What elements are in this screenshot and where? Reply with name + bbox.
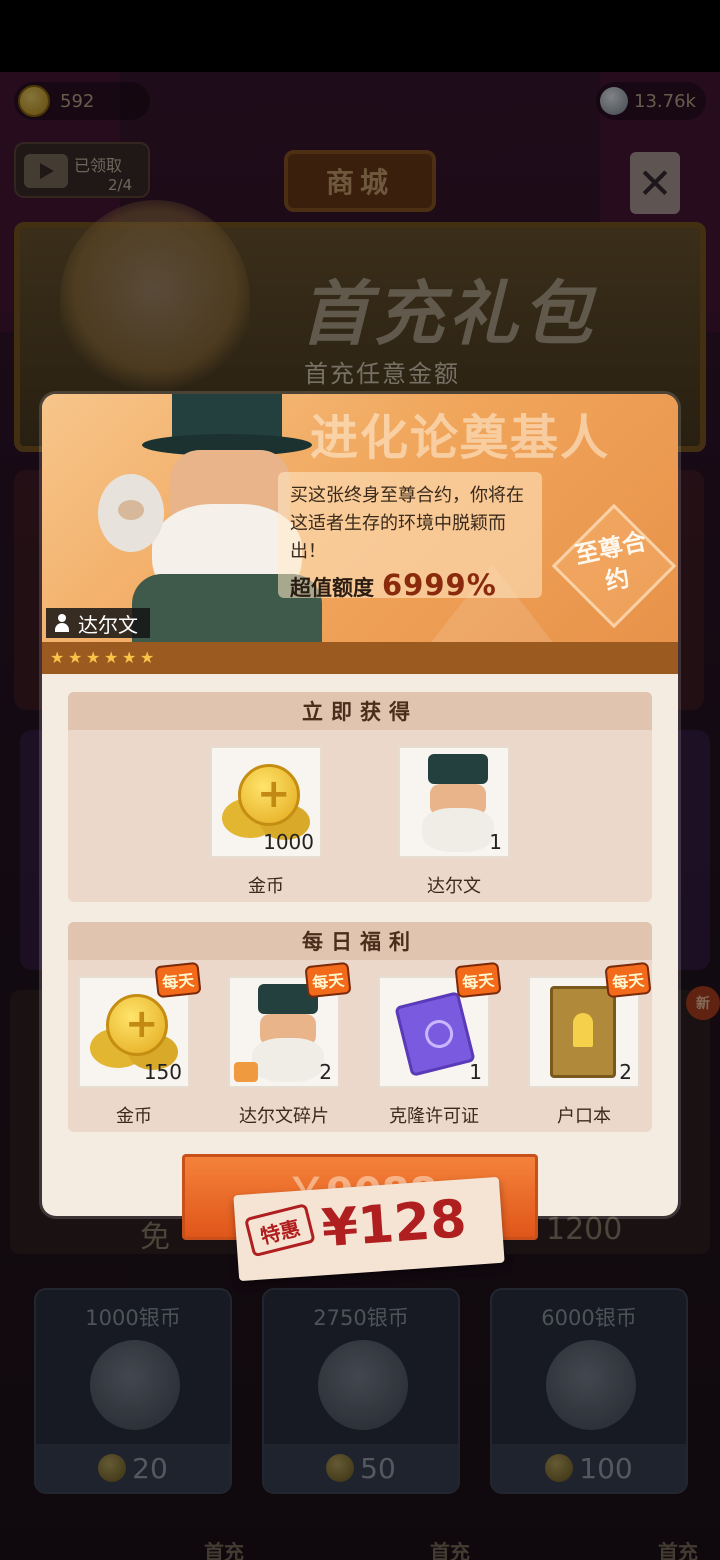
daily-item[interactable]: 150 每天 金币: [78, 961, 202, 1128]
item-name: 克隆许可证: [389, 1106, 479, 1127]
item-name: 金币: [248, 876, 284, 897]
star-icon: ★: [68, 648, 83, 667]
daily-tag: 每天: [304, 961, 352, 999]
item-frame: 1000: [210, 746, 322, 858]
item-name: 金币: [116, 1106, 152, 1127]
value-label: 超值额度: [290, 576, 374, 600]
daily-rewards-section: 每日福利 150 每天 金币 2 每天 达尔文碎片 1 每天 克隆许: [68, 922, 652, 1132]
household-book-icon: [550, 986, 616, 1078]
star-rating: ★ ★ ★ ★ ★ ★: [42, 642, 678, 674]
daily-item[interactable]: 1 每天 克隆许可证: [378, 961, 502, 1128]
item-qty: 1000: [263, 830, 314, 854]
description-box: 买这张终身至尊合约，你将在这适者生存的环境中脱颖而出！ 超值额度 6999%: [278, 472, 542, 602]
item-qty: 1: [489, 830, 502, 854]
item-qty: 1: [469, 1060, 482, 1084]
star-icon: ★: [86, 648, 101, 667]
daily-item[interactable]: 2 每天 户口本: [528, 961, 652, 1128]
monkey-icon: [98, 474, 164, 552]
modal-header: 进化论奠基人 达尔文 买这张终身至尊合约，你将在这适者生存的环境中脱颖而出！ 超…: [42, 394, 678, 654]
item-name: 户口本: [557, 1106, 611, 1127]
item-qty: 150: [143, 1060, 182, 1084]
contract-modal: 进化论奠基人 达尔文 买这张终身至尊合约，你将在这适者生存的环境中脱颖而出！ 超…: [42, 394, 678, 1216]
daily-tag: 每天: [604, 961, 652, 999]
item-qty: 2: [319, 1060, 332, 1084]
item-name: 达尔文: [427, 876, 481, 897]
instant-rewards-section: 立即获得 1000 金币 1 达尔文: [68, 692, 652, 902]
character-name: 达尔文: [78, 612, 138, 637]
star-icon: ★: [104, 648, 119, 667]
darwin-portrait-icon: [414, 754, 498, 854]
description-text: 买这张终身至尊合约，你将在这适者生存的环境中脱颖而出！: [290, 485, 524, 562]
section-title: 立即获得: [68, 692, 652, 730]
person-icon: [54, 614, 70, 632]
sale-price: ¥128: [319, 1189, 469, 1260]
star-icon: ★: [140, 648, 155, 667]
daily-tag: 每天: [154, 961, 202, 999]
value-percent: 6999%: [382, 568, 497, 602]
daily-item[interactable]: 2 每天 达尔文碎片: [228, 961, 352, 1128]
sale-stamp: 特惠: [243, 1203, 316, 1258]
daily-tag: 每天: [454, 961, 502, 999]
star-icon: ★: [50, 648, 65, 667]
item-frame: 1: [398, 746, 510, 858]
item-name: 达尔文碎片: [239, 1106, 329, 1127]
reward-item[interactable]: 1000 金币: [210, 746, 322, 898]
reward-item[interactable]: 1 达尔文: [398, 746, 510, 898]
clone-license-icon: [394, 991, 476, 1077]
section-title: 每日福利: [68, 922, 652, 960]
item-qty: 2: [619, 1060, 632, 1084]
character-name-tag: 达尔文: [46, 608, 150, 638]
character-title-watermark: 进化论奠基人: [310, 410, 611, 466]
star-icon: ★: [122, 648, 137, 667]
status-bar: [0, 0, 720, 72]
fragment-icon: [234, 1062, 258, 1082]
value-row: 超值额度 6999%: [290, 568, 530, 602]
